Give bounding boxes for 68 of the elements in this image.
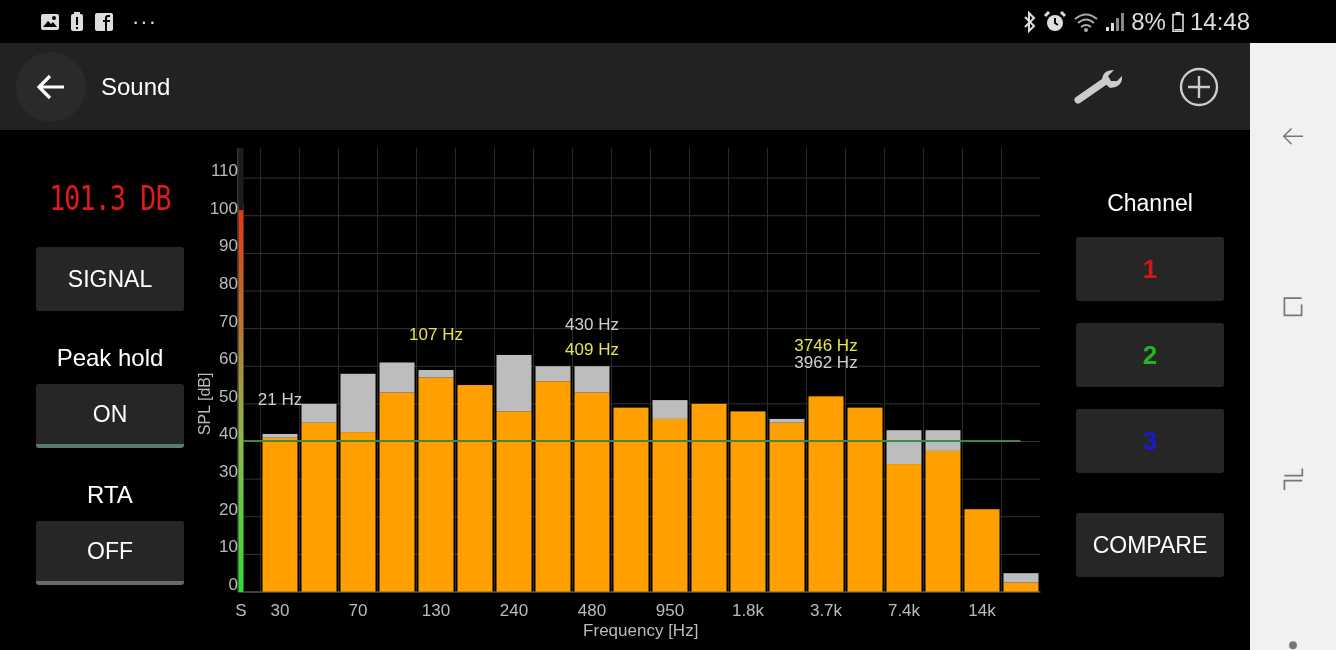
peak-frequency-label: 21 Hz — [257, 390, 303, 409]
peak-bar — [925, 430, 961, 451]
peak-bar — [574, 366, 610, 393]
x-tick-label: 240 — [499, 601, 529, 620]
peak-bar — [886, 430, 922, 465]
bluetooth-icon — [1023, 10, 1038, 33]
peak-bar — [262, 433, 298, 438]
x-tick-label: 30 — [270, 601, 290, 620]
add-icon[interactable] — [1178, 65, 1220, 108]
y-tick-label: 100 — [209, 198, 238, 218]
dot-icon[interactable] — [1287, 641, 1299, 650]
y-tick-label: 80 — [219, 274, 238, 293]
peak-frequency-label: 430 Hz — [565, 315, 619, 335]
y-tick-label: 30 — [219, 462, 238, 482]
peak-bar — [379, 362, 415, 393]
peak-bar — [418, 370, 454, 378]
level-readout: 101.3 DB — [49, 178, 171, 218]
x-tick-label: 480 — [577, 601, 607, 620]
signal-icon — [1105, 11, 1126, 32]
y-tick-label: 20 — [219, 499, 238, 519]
y-tick-label: 60 — [219, 349, 238, 369]
x-tick-label: 1.8k — [731, 601, 765, 620]
toggle-label: RTA — [87, 481, 133, 509]
peak-frequency-label: 409 Hz — [565, 339, 619, 359]
toggle-button[interactable]: OFF — [36, 521, 184, 585]
y-tick-label: 50 — [219, 386, 238, 406]
peak-bar — [496, 354, 532, 412]
x-tick-label: 7.4k — [887, 601, 921, 620]
peak-frequency-label: 107 Hz — [409, 324, 463, 344]
y-axis-title: SPL [dB] — [196, 372, 213, 436]
more-notifications: ··· — [132, 8, 157, 35]
channel-label: Channel — [1107, 190, 1193, 217]
x-tick-label: 14k — [968, 601, 996, 620]
x-tick-label: 70 — [348, 601, 368, 620]
x-tick-label: 130 — [421, 601, 451, 620]
battery-alert-icon — [70, 11, 84, 32]
battery-percent: 8% — [1131, 7, 1166, 36]
x-axis-title: Frequency [Hz] — [583, 621, 699, 640]
channel-button[interactable]: 2 — [1076, 323, 1224, 387]
x-tick-label: 3.7k — [809, 601, 843, 620]
peak-frequency-label: 3962 Hz — [794, 353, 858, 373]
y-tick-label: 110 — [210, 161, 238, 181]
signal-axis-label: S — [235, 601, 247, 620]
y-tick-label: 0 — [228, 575, 238, 594]
battery-icon — [1171, 11, 1184, 32]
wifi-icon — [1073, 11, 1100, 32]
alarm-icon — [1043, 10, 1068, 33]
toggle-label: Peak hold — [56, 344, 164, 372]
peak-bar — [652, 400, 688, 419]
peak-bar — [535, 366, 571, 382]
image-icon — [40, 12, 60, 31]
clock: 14:48 — [1189, 7, 1250, 36]
peak-bar — [1003, 573, 1039, 583]
y-tick-label: 40 — [219, 424, 238, 444]
x-tick-label: 950 — [655, 601, 685, 620]
back-arrow-icon — [36, 73, 66, 100]
y-tick-label: 90 — [219, 236, 238, 256]
peak-bar — [769, 418, 805, 423]
signal-button[interactable]: SIGNAL — [36, 247, 184, 311]
screen-title: Sound — [101, 72, 171, 101]
compare-button[interactable]: COMPARE — [1076, 513, 1224, 577]
y-tick-label: 10 — [219, 537, 238, 557]
y-tick-label: 70 — [219, 311, 238, 331]
toggle-button[interactable]: ON — [36, 384, 184, 448]
app-notification-icon — [94, 11, 114, 32]
peak-frequency-label: 3746 Hz — [794, 336, 858, 356]
peak-bar — [340, 373, 376, 433]
peak-bar — [301, 403, 337, 423]
